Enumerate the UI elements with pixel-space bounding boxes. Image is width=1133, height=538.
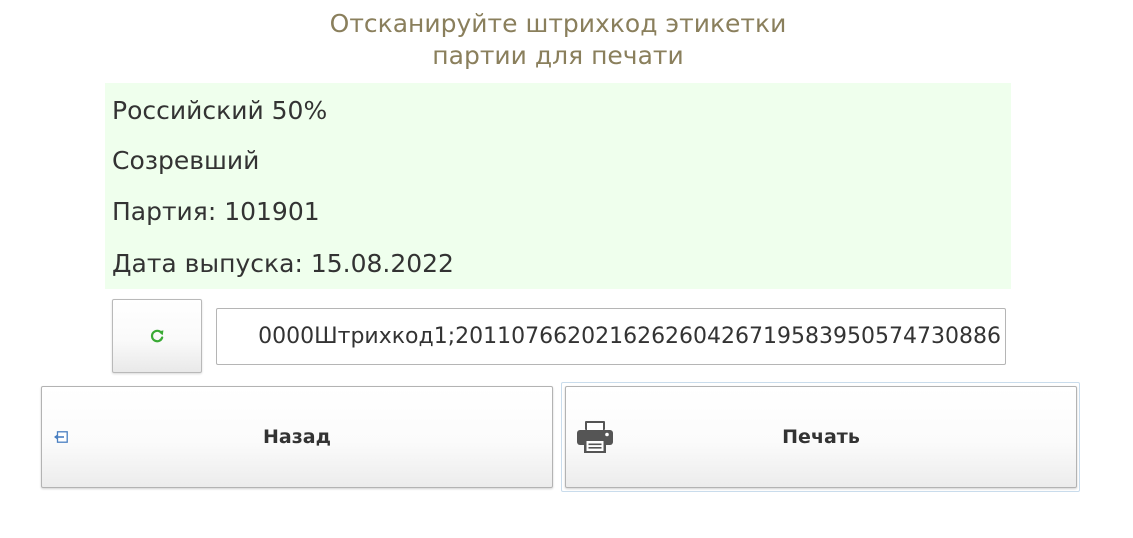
print-button-label: Печать — [782, 426, 860, 448]
instruction-line-1: Отсканируйте штрихкод этикетки — [329, 9, 787, 38]
barcode-input[interactable]: 0000Штрихкод1;20110766202162626042671958… — [216, 308, 1006, 365]
refresh-icon — [150, 329, 164, 343]
back-button-label: Назад — [263, 426, 331, 448]
barcode-value: 0000Штрихкод1;20110766202162626042671958… — [258, 324, 1001, 349]
instruction-line-2: партии для печати — [432, 41, 684, 70]
back-button[interactable]: Назад — [41, 386, 553, 488]
product-state: Созревший — [112, 146, 260, 175]
batch-info-panel: Российский 50% Созревший Партия: 101901 … — [105, 83, 1011, 289]
print-button[interactable]: Печать — [565, 386, 1077, 488]
release-date: Дата выпуска: 15.08.2022 — [112, 249, 454, 278]
batch-print-screen: Отсканируйте штрихкод этикетки партии дл… — [0, 0, 1133, 538]
scan-instruction: Отсканируйте штрихкод этикетки партии дл… — [0, 8, 1116, 72]
batch-number: Партия: 101901 — [112, 197, 320, 226]
refresh-button[interactable] — [112, 299, 202, 373]
product-name: Российский 50% — [112, 96, 328, 125]
